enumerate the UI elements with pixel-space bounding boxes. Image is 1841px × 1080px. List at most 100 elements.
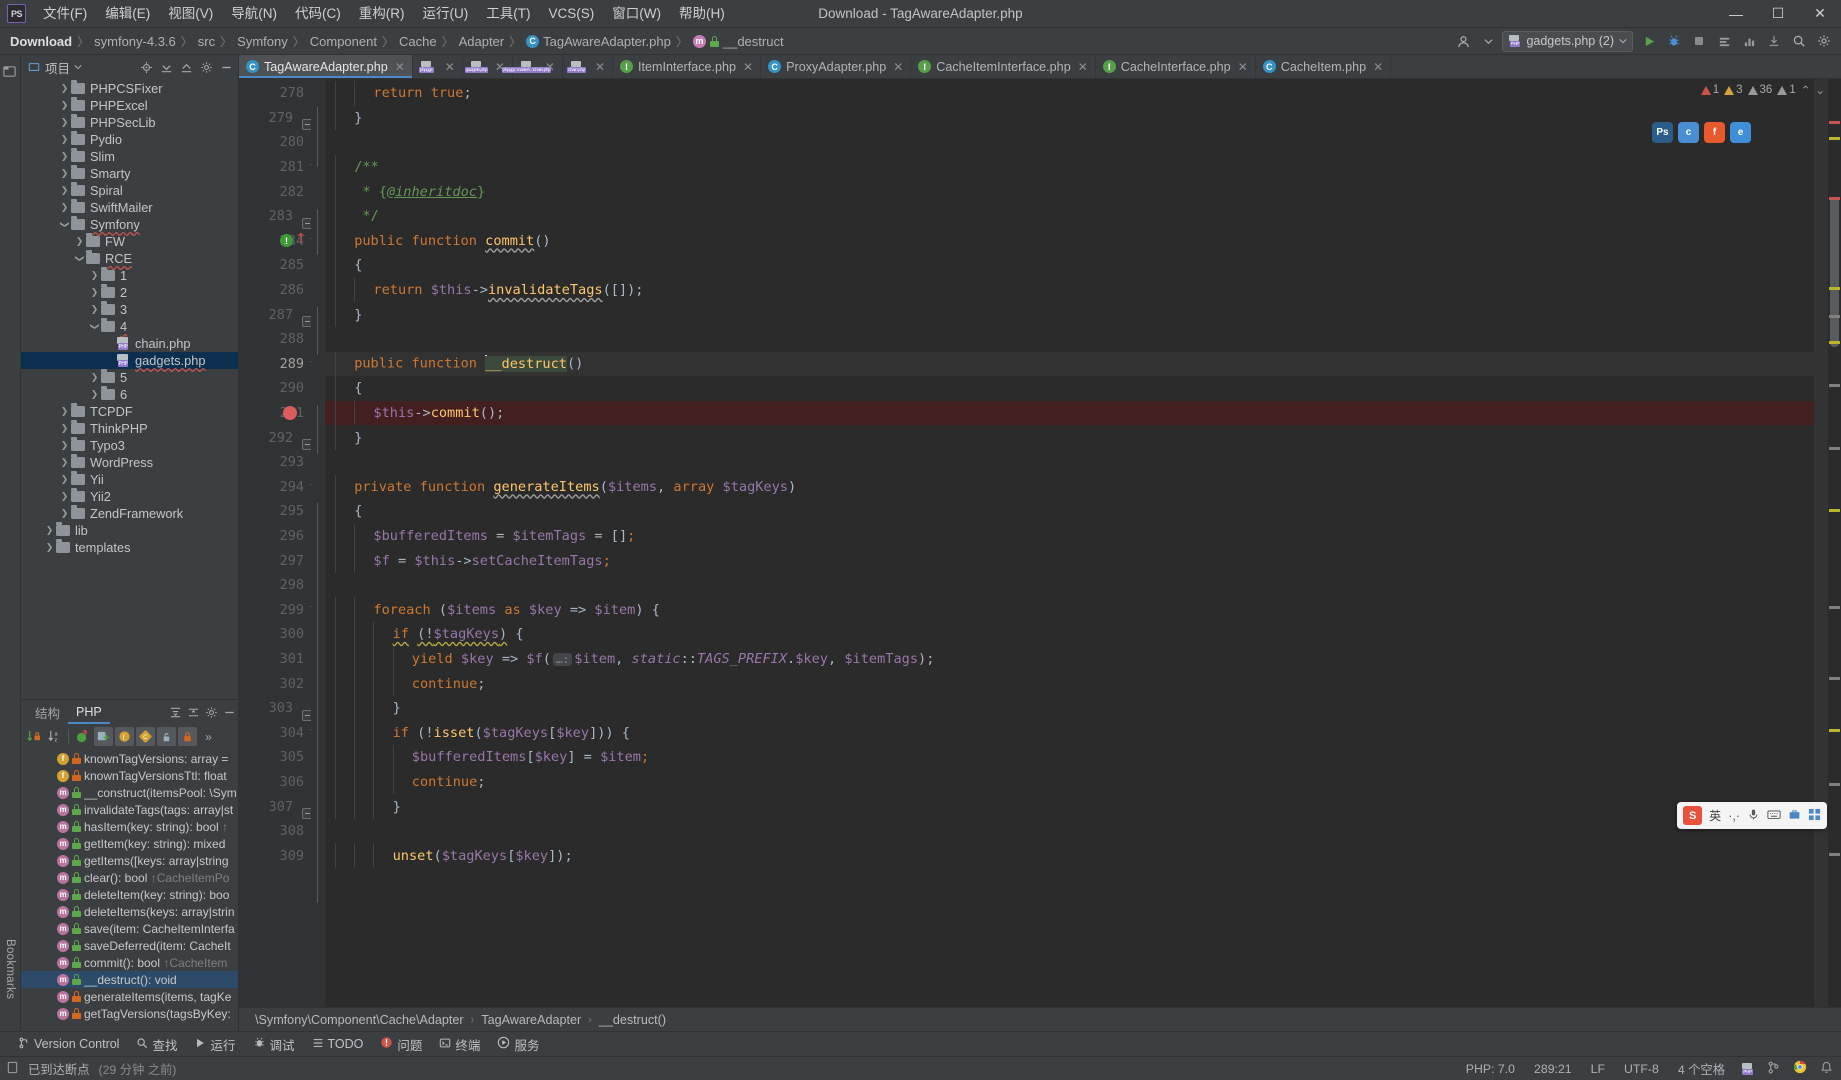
editor-tab[interactable]: I CacheItemInterface.php ✕: [911, 55, 1096, 78]
close-icon[interactable]: ✕: [595, 60, 605, 74]
expand-all-icon[interactable]: [166, 704, 184, 722]
breadcrumb-item[interactable]: Cache: [395, 33, 441, 50]
menu-file[interactable]: 文件(F): [34, 1, 96, 27]
structure-item[interactable]: m __construct(itemsPool: \Sym: [21, 784, 238, 801]
tree-folder-1[interactable]: ❯ 1: [21, 267, 238, 284]
profiler-icon[interactable]: [1738, 31, 1760, 52]
chevron-right-icon[interactable]: ❯: [73, 236, 86, 247]
tab-structure[interactable]: 结构: [27, 699, 68, 727]
menu-navigate[interactable]: 导航(N): [222, 1, 286, 27]
tree-file-gadgets.php[interactable]: PHP gadgets.php: [21, 352, 238, 369]
firefox-icon[interactable]: f: [1704, 122, 1725, 143]
chevron-right-icon[interactable]: ❯: [58, 100, 71, 111]
stop-button[interactable]: [1688, 31, 1710, 52]
menu-view[interactable]: 视图(V): [159, 1, 222, 27]
expand-all-icon[interactable]: [177, 58, 195, 76]
editor-breadcrumbs[interactable]: \Symfony\Component\Cache\Adapter › TagAwar…: [239, 1007, 1841, 1031]
run-configuration-selector[interactable]: PHP gadgets.php (2): [1502, 30, 1633, 52]
structure-item[interactable]: m getItem(key: string): mixed: [21, 835, 238, 852]
error-stripe-scrollbar[interactable]: [1828, 79, 1841, 1007]
chevron-down-icon[interactable]: ❯: [59, 218, 70, 231]
code-line[interactable]: return $this->invalidateTags([]);: [325, 277, 1814, 303]
line-number[interactable]: 289: [239, 352, 318, 377]
tree-folder-Symfony[interactable]: ❯ Symfony: [21, 216, 238, 233]
show-private-icon[interactable]: [178, 727, 197, 746]
close-icon[interactable]: ✕: [743, 60, 753, 74]
line-number[interactable]: 306: [239, 770, 311, 795]
code-folding-column[interactable]: [311, 79, 325, 1007]
chevron-right-icon[interactable]: ❯: [43, 525, 56, 536]
menu-tools[interactable]: 工具(T): [477, 1, 539, 27]
chevron-right-icon[interactable]: ❯: [58, 134, 71, 145]
editor-tab[interactable]: C TagAwareAdapter.php ✕: [239, 55, 413, 78]
line-number[interactable]: 281: [239, 155, 318, 180]
code-line[interactable]: $f = $this->setCacheItemTags;: [325, 548, 1814, 573]
structure-item[interactable]: m saveDeferred(item: CacheIt: [21, 937, 238, 954]
code-line[interactable]: [325, 573, 1814, 598]
line-separator[interactable]: LF: [1588, 1061, 1608, 1077]
coverage-icon[interactable]: [1713, 31, 1735, 52]
breadcrumb-item[interactable]: symfony-4.3.6: [90, 33, 180, 50]
chevron-down-icon[interactable]: ⌄: [1815, 83, 1825, 97]
project-tool-icon[interactable]: [2, 64, 18, 80]
tree-folder-Typo3[interactable]: ❯ Typo3: [21, 437, 238, 454]
chevron-right-icon[interactable]: ❯: [58, 508, 71, 519]
line-number[interactable]: 278: [239, 81, 311, 106]
toolwindow-find[interactable]: 查找: [128, 1032, 185, 1057]
microphone-icon[interactable]: [1747, 808, 1760, 824]
line-number[interactable]: 293: [239, 450, 311, 475]
breakpoint-icon[interactable]: [283, 405, 297, 420]
chevron-right-icon[interactable]: ❯: [88, 287, 101, 298]
breadcrumb-item[interactable]: Symfony: [233, 33, 292, 50]
run-button[interactable]: [1638, 31, 1660, 52]
code-line[interactable]: {: [325, 376, 1814, 401]
line-number[interactable]: 288: [239, 327, 311, 352]
code-line[interactable]: public function commit(): [325, 228, 1814, 254]
settings-gear-icon[interactable]: [202, 704, 220, 722]
override-marker-icon[interactable]: ↑: [295, 232, 307, 246]
tree-folder-Yii2[interactable]: ❯ Yii2: [21, 488, 238, 505]
collapse-all-icon[interactable]: [157, 58, 175, 76]
line-number[interactable]: 284!↑: [239, 229, 318, 254]
chevron-down-icon[interactable]: ❯: [89, 320, 100, 333]
settings-gear-icon[interactable]: [197, 58, 215, 76]
line-number[interactable]: 290: [239, 376, 311, 401]
code-line[interactable]: }: [325, 794, 1814, 819]
tree-folder-SwiftMailer[interactable]: ❯ SwiftMailer: [21, 199, 238, 216]
show-classes-icon[interactable]: C: [136, 727, 155, 746]
code-editor[interactable]: return true;} /** * {@inheritdoc} */ publi…: [325, 79, 1814, 1007]
sort-alphabetically-icon[interactable]: az: [45, 727, 64, 746]
photoshop-icon[interactable]: Ps: [1652, 122, 1673, 143]
structure-list[interactable]: f knownTagVersions: array = f knownTagVersi…: [21, 748, 238, 1031]
show-public-icon[interactable]: [157, 727, 176, 746]
breadcrumb-item[interactable]: Adapter: [455, 33, 509, 50]
typo-count[interactable]: 1: [1777, 84, 1796, 96]
chevron-right-icon[interactable]: ❯: [43, 542, 56, 553]
structure-item[interactable]: m deleteItems(keys: array|strin: [21, 903, 238, 920]
toolwindow-version-control[interactable]: Version Control: [10, 1034, 127, 1055]
chevron-right-icon[interactable]: ❯: [88, 372, 101, 383]
chevron-right-icon[interactable]: ❯: [88, 304, 101, 315]
notifications-icon[interactable]: [1820, 1061, 1833, 1077]
chevron-right-icon[interactable]: ❯: [58, 202, 71, 213]
grid-menu-icon[interactable]: [1808, 808, 1821, 824]
toolwindow-todo[interactable]: TODO: [304, 1034, 372, 1055]
weak-warning-count[interactable]: 36: [1747, 84, 1772, 96]
tree-folder-FW[interactable]: ❯ FW: [21, 233, 238, 250]
user-account-icon[interactable]: [1452, 31, 1474, 52]
editor-tab[interactable]: phpggc-master\...\chain.php✕: [501, 55, 563, 78]
tree-folder-Slim[interactable]: ❯ Slim: [21, 148, 238, 165]
chevron-right-icon[interactable]: ❯: [58, 423, 71, 434]
tree-folder-PHPCSFixer[interactable]: ❯ PHPCSFixer: [21, 80, 238, 97]
line-number[interactable]: 295: [239, 499, 311, 524]
code-line[interactable]: foreach ($items as $key => $item) {: [325, 597, 1814, 623]
toolwindow-services[interactable]: 服务: [489, 1032, 547, 1057]
code-line[interactable]: public function __destruct(): [325, 351, 1814, 377]
code-line[interactable]: }: [325, 425, 1814, 450]
code-line[interactable]: {: [325, 253, 1814, 278]
minimize-button[interactable]: —: [1715, 0, 1757, 28]
structure-item[interactable]: f knownTagVersions: array =: [21, 750, 238, 767]
line-number[interactable]: 302: [239, 671, 311, 696]
editor-tab[interactable]: phpggc ✕: [413, 55, 463, 78]
line-number[interactable]: 286: [239, 278, 311, 303]
